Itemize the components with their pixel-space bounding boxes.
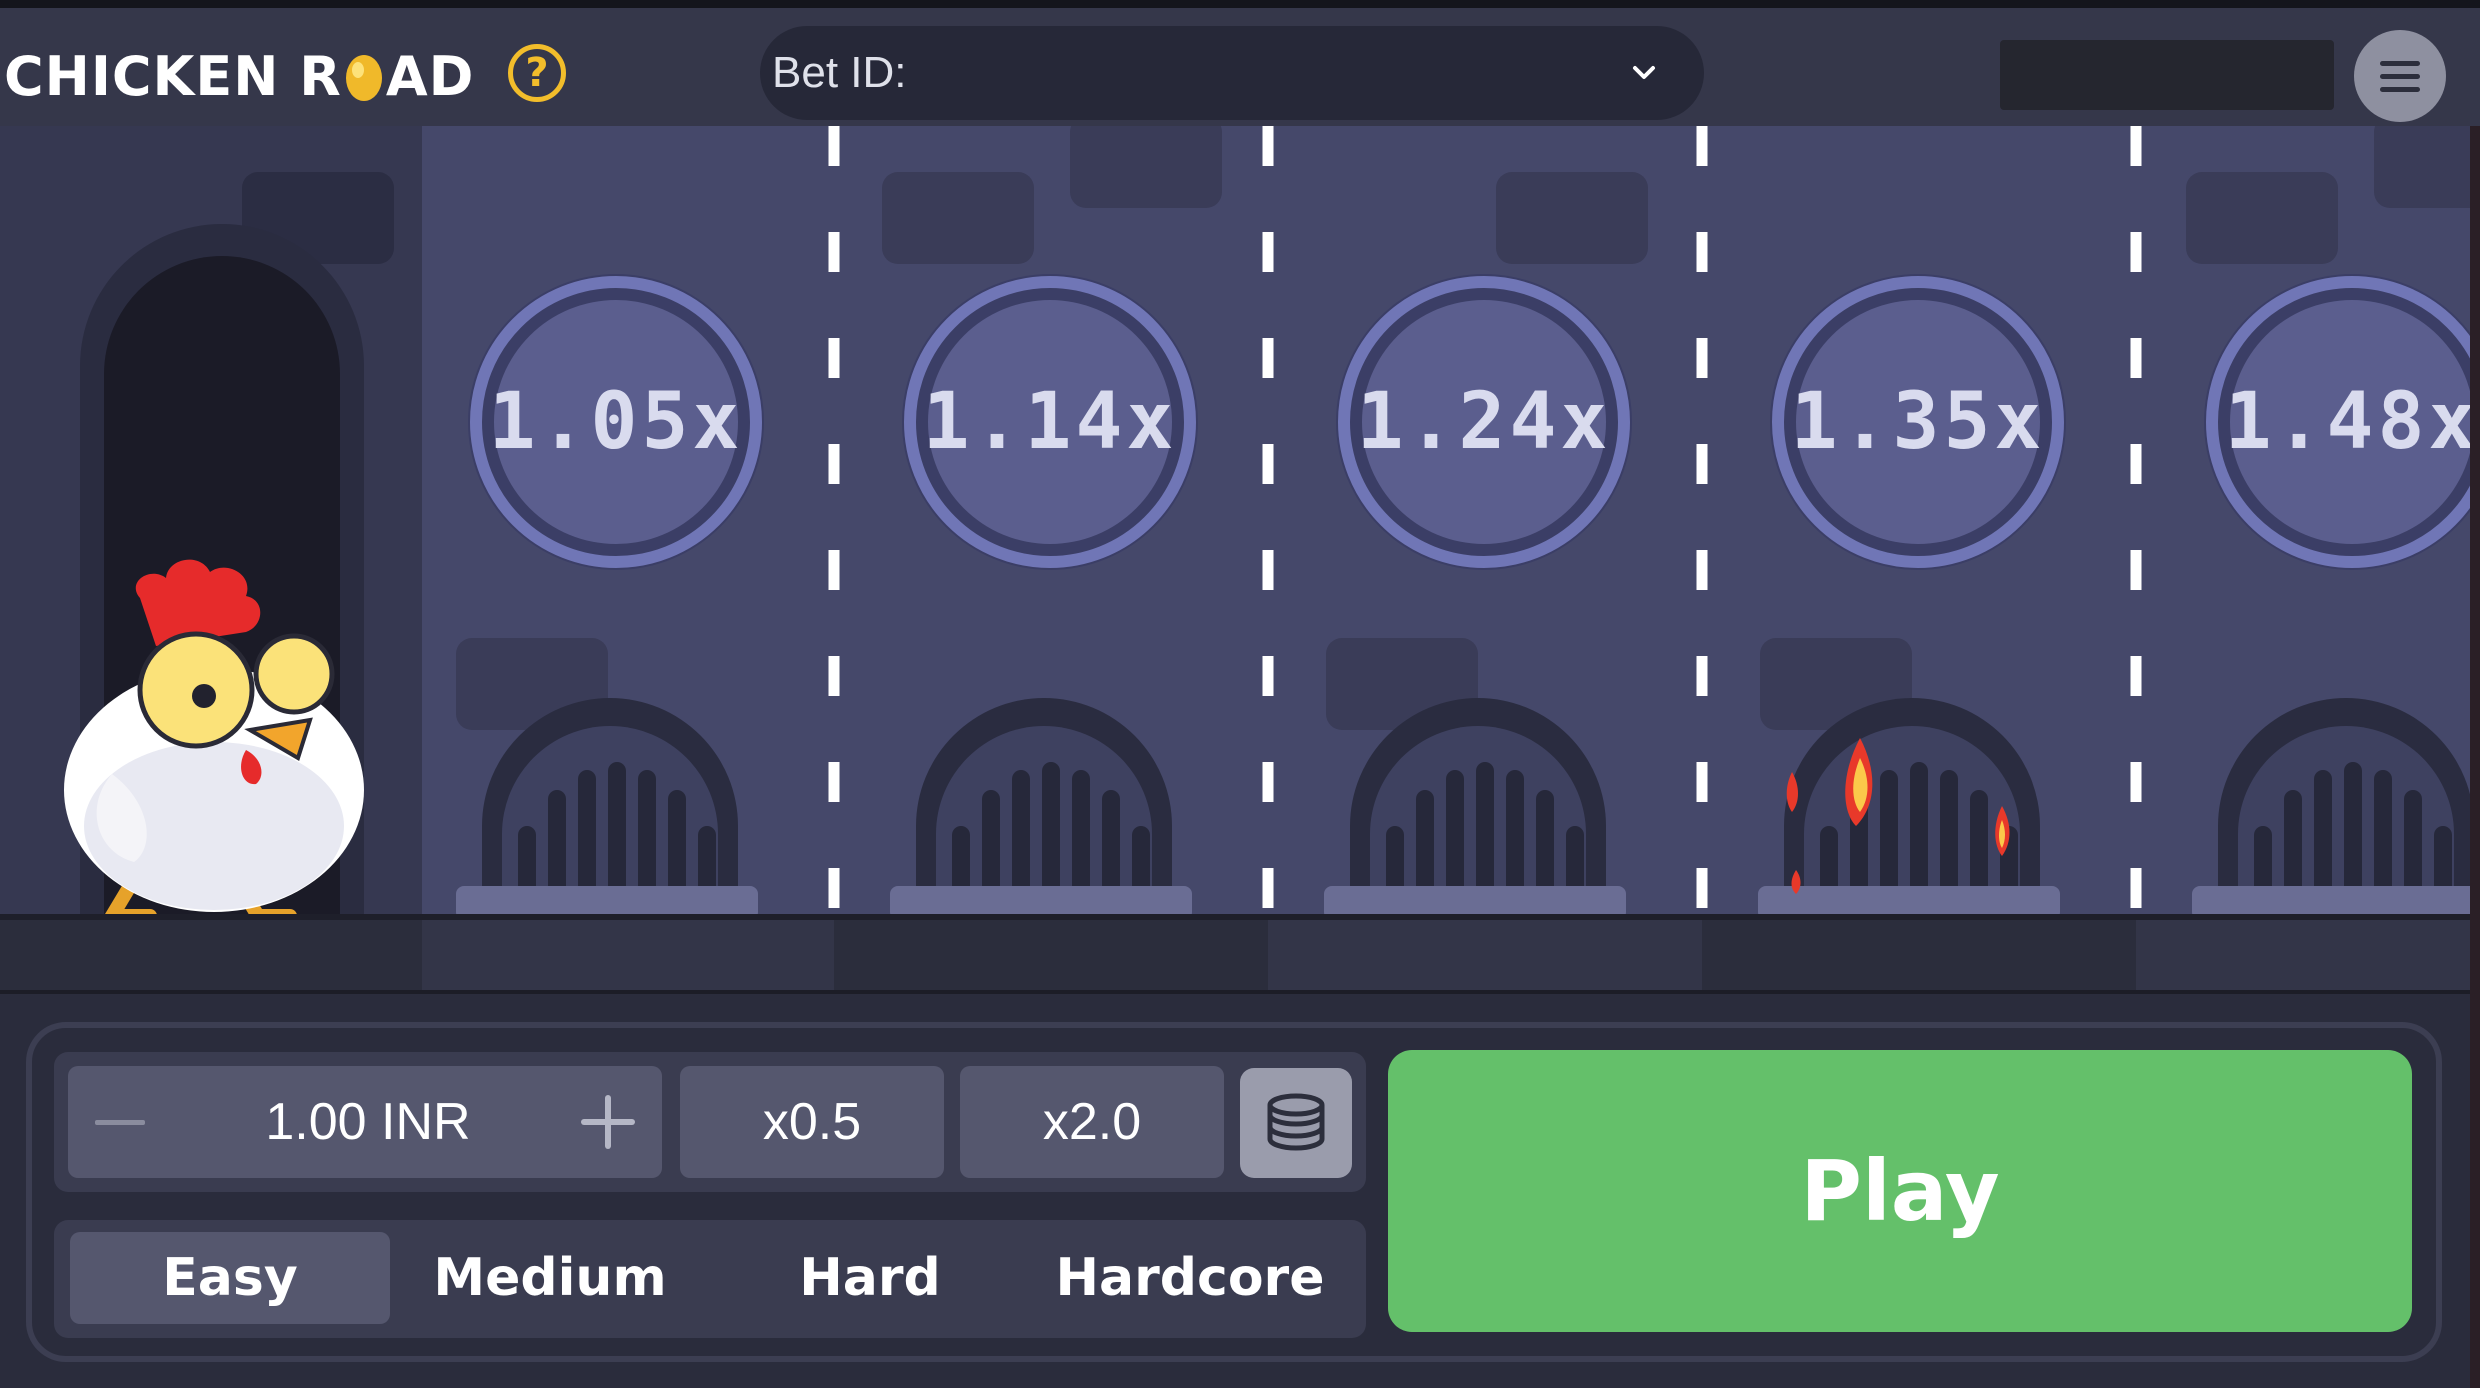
decrease-bet-button[interactable] — [90, 1096, 150, 1148]
question-circle-icon: ? — [525, 50, 549, 96]
manhole-group-1 — [456, 698, 758, 920]
right-edge — [2470, 126, 2480, 1388]
bet-amount-stepper: 1.00 INR — [68, 1066, 662, 1178]
golden-egg-icon — [345, 55, 382, 101]
difficulty-easy[interactable]: Easy — [70, 1232, 390, 1324]
balance-display — [2000, 40, 2334, 110]
road-strip — [0, 920, 2480, 994]
coin-stack-button[interactable] — [1240, 1068, 1352, 1178]
play-button[interactable]: Play — [1388, 1050, 2412, 1332]
difficulty-medium[interactable]: Medium — [390, 1232, 710, 1324]
multiplier-label-3: 1.24x — [1357, 377, 1612, 467]
chevron-down-icon — [1633, 66, 1655, 79]
ground-line — [0, 914, 2480, 920]
multiplier-label-1: 1.05x — [489, 377, 744, 467]
logo-text-left: CHICKEN R — [4, 44, 342, 108]
plus-icon — [581, 1095, 635, 1149]
top-bar: CHICKEN R AD ? Bet ID: — [0, 0, 2480, 126]
increase-bet-button[interactable] — [578, 1092, 638, 1152]
minus-icon — [95, 1119, 145, 1125]
difficulty-hardcore[interactable]: Hardcore — [1030, 1232, 1350, 1324]
bet-amount-value[interactable]: 1.00 INR — [188, 1066, 548, 1178]
manhole-group-4 — [1758, 698, 2060, 920]
road-scene-svg: 1.05x 1.14x 1.24x 1.35x 1.48x — [0, 126, 2480, 920]
coin-stack-icon — [1267, 1093, 1325, 1151]
logo-text-right: AD — [385, 44, 475, 108]
bet-id-dropdown[interactable]: Bet ID: — [760, 26, 1704, 120]
bet-id-label: Bet ID: — [772, 48, 907, 97]
multiplier-label-5: 1.48x — [2225, 377, 2480, 467]
game-scene: 1.05x 1.14x 1.24x 1.35x 1.48x — [0, 126, 2480, 920]
menu-button[interactable] — [2354, 30, 2446, 122]
hamburger-menu-icon — [2380, 60, 2420, 92]
half-bet-button[interactable]: x0.5 — [680, 1066, 944, 1178]
multiplier-label-4: 1.35x — [1791, 377, 2046, 467]
multiplier-label-2: 1.14x — [923, 377, 1178, 467]
game-logo: CHICKEN R AD — [4, 36, 474, 116]
difficulty-hard[interactable]: Hard — [710, 1232, 1030, 1324]
manhole-group-2 — [890, 698, 1192, 920]
manhole-group-5 — [2192, 698, 2480, 920]
help-button[interactable]: ? — [508, 44, 566, 102]
manhole-group-3 — [1324, 698, 1626, 920]
road-edge-line — [0, 990, 2480, 994]
double-bet-button[interactable]: x2.0 — [960, 1066, 1224, 1178]
